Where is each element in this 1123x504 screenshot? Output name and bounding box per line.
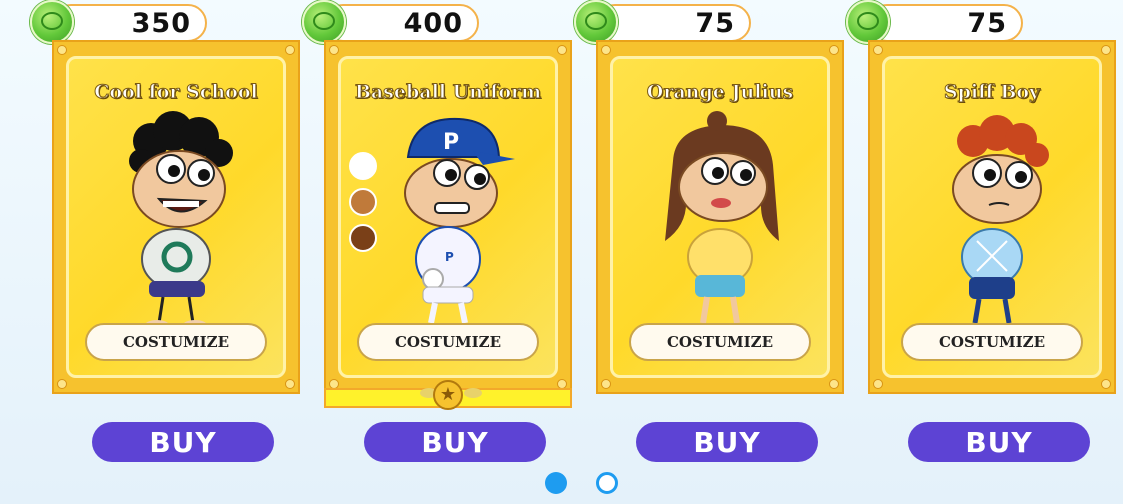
outfit-title: Cool for School bbox=[94, 81, 258, 104]
avatar-image bbox=[665, 111, 779, 324]
outfit-title: Orange Julius bbox=[646, 81, 794, 104]
price-value: 75 bbox=[967, 8, 1007, 39]
customize-button[interactable]: COSTUMIZE bbox=[901, 323, 1083, 361]
card-frame: Cool for School COSTUMIZE bbox=[52, 40, 300, 394]
customize-button[interactable]: COSTUMIZE bbox=[85, 323, 267, 361]
star-badge-icon: ★ bbox=[433, 380, 463, 410]
svg-text:P: P bbox=[443, 130, 459, 155]
customize-button[interactable]: COSTUMIZE bbox=[357, 323, 539, 361]
customize-button[interactable]: COSTUMIZE bbox=[629, 323, 811, 361]
price-value: 75 bbox=[695, 8, 735, 39]
buy-button[interactable]: BUY bbox=[364, 422, 546, 462]
outfit-title: Baseball Uniform bbox=[354, 81, 542, 104]
coin-icon bbox=[846, 0, 890, 44]
card-frame: Spiff Boy COSTUMIZE bbox=[868, 40, 1116, 394]
coin-icon bbox=[574, 0, 618, 44]
outfit-title: Spiff Boy bbox=[943, 81, 1041, 104]
price-tag: 350 bbox=[52, 4, 207, 42]
avatar-image bbox=[129, 111, 233, 330]
outfit-card-spiff-boy[interactable]: 75 Spiff Boy COSTUMIZE BUY bbox=[846, 0, 1116, 470]
svg-text:P: P bbox=[445, 250, 454, 264]
page-dot[interactable] bbox=[596, 472, 618, 494]
price-tag: 400 bbox=[324, 4, 479, 42]
price-tag: 75 bbox=[596, 4, 751, 42]
avatar-image bbox=[952, 115, 1049, 324]
buy-button[interactable]: BUY bbox=[908, 422, 1090, 462]
buy-button[interactable]: BUY bbox=[92, 422, 274, 462]
coin-icon bbox=[30, 0, 74, 44]
price-value: 400 bbox=[403, 8, 463, 39]
price-tag: 75 bbox=[868, 4, 1023, 42]
outfit-card-orange-julius[interactable]: 75 Orange Julius COSTUMIZE BUY bbox=[574, 0, 844, 470]
card-frame: Orange Julius COSTUMIZE bbox=[596, 40, 844, 394]
outfit-card-baseball-uniform[interactable]: 400 Baseball Uniform P P COSTUMIZE ★ BUY bbox=[302, 0, 572, 470]
page-dot-active[interactable] bbox=[545, 472, 567, 494]
price-value: 350 bbox=[131, 8, 191, 39]
coin-icon bbox=[302, 0, 346, 44]
featured-bar: ★ bbox=[324, 380, 572, 410]
avatar-image: P P bbox=[404, 117, 515, 324]
outfit-card-cool-for-school[interactable]: 350 Cool for School COSTUMIZE BUY bbox=[30, 0, 300, 470]
buy-button[interactable]: BUY bbox=[636, 422, 818, 462]
card-frame: Baseball Uniform P P COSTUMIZE bbox=[324, 40, 572, 394]
